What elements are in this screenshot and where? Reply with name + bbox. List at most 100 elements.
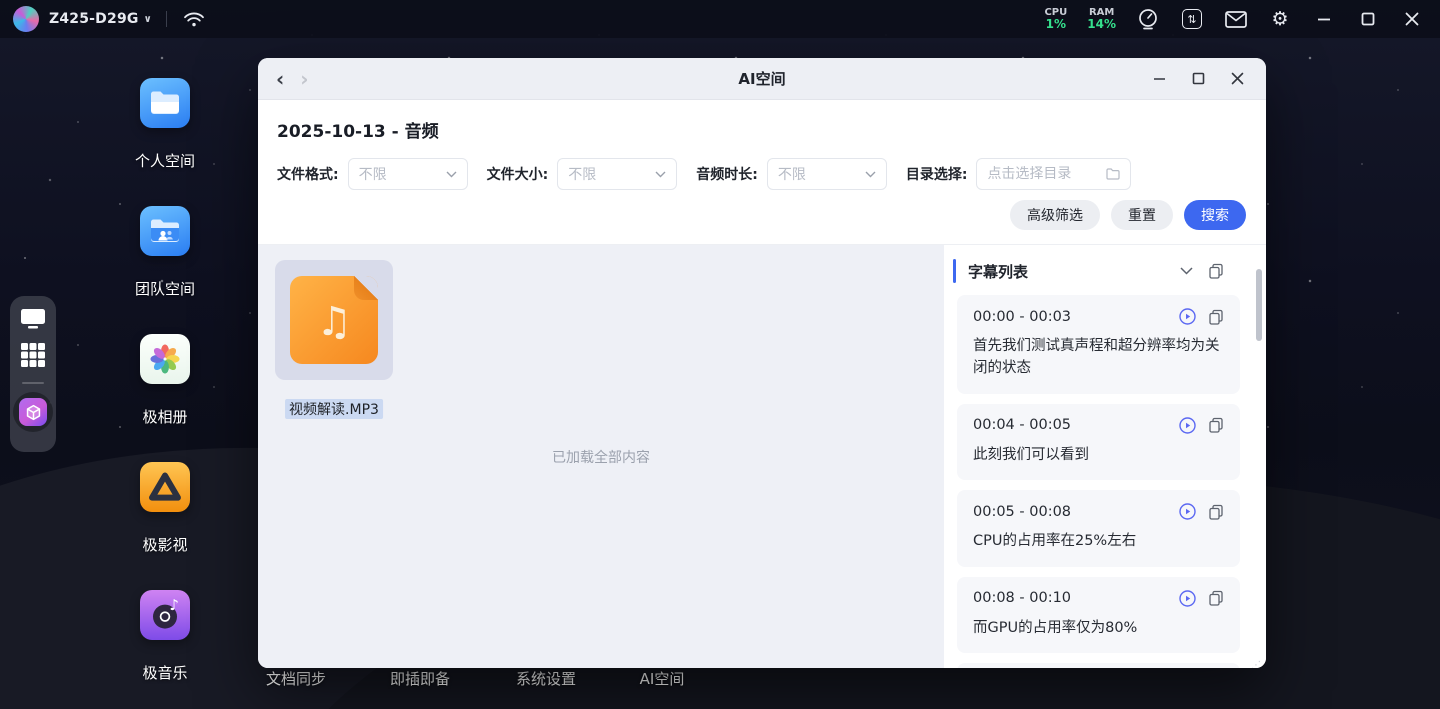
personal-space-icon [140,78,190,128]
select-value: 不限 [358,167,387,183]
advanced-filter-button[interactable]: 高级筛选 [1010,200,1100,230]
filter-file-format: 文件格式: 不限 [277,158,468,190]
desktop-icon-team-space[interactable]: 团队空间 [110,206,220,299]
topbar-right: CPU 1% RAM 14% ⇅ ⚙ [1044,7,1440,31]
copy-segment-icon[interactable] [1208,504,1224,520]
play-segment-icon[interactable] [1179,503,1196,521]
panel-header-icons [1180,263,1224,279]
chevron-down-icon [446,171,457,177]
transfer-tasks-icon[interactable]: ⇅ [1180,7,1204,31]
search-result-heading: 2025-10-13 - 音频 [277,122,439,142]
minimize-desktop-icon[interactable] [1312,7,1336,31]
ram-value: 14% [1087,16,1116,31]
audio-file-item-selected[interactable]: ♫ 视频解读.MP3 [275,260,393,419]
play-segment-icon[interactable] [1179,590,1196,607]
copy-all-icon[interactable] [1208,263,1224,279]
music-vinyl-icon: ♪ [140,590,190,640]
subtitle-text: CPU的占用率在25%左右 [973,533,1137,550]
accent-bar [953,259,956,283]
device-selector[interactable]: Z425-D29G ∨ [49,11,152,27]
maximize-window-icon[interactable] [1192,72,1205,85]
window-title: AI空间 [738,70,786,88]
desktop-icon-label-ai-space[interactable]: AI空间 [607,668,717,689]
file-format-select[interactable]: 不限 [347,158,468,190]
dock [10,296,56,452]
subtitle-panel: 字幕列表 00:00 - 00:03 首先我们测试真声程和超分辨率均为关闭的状态… [944,245,1266,668]
subtitle-text: 此刻我们可以看到 [973,446,1089,463]
close-desktop-icon[interactable] [1400,7,1424,31]
filter-label: 文件格式: [277,167,339,183]
chevron-down-icon [655,171,666,177]
back-icon[interactable]: ‹ [276,69,284,89]
settings-gear-icon[interactable]: ⚙ [1268,7,1292,31]
resize-handle[interactable]: ⋰ [1251,660,1261,668]
movies-triangle-icon [140,462,190,512]
ram-stat: RAM 14% [1087,7,1116,31]
desktop-icon-music[interactable]: ♪ 极音乐 [110,590,220,683]
mail-icon[interactable] [1224,7,1248,31]
desktop-icon-label-system-settings[interactable]: 系统设置 [491,668,601,689]
loaded-all-text: 已加载全部内容 [552,450,650,466]
window-titlebar: ‹ › AI空间 [258,58,1266,100]
play-segment-icon[interactable] [1179,417,1196,434]
desktop-icon-label: 个人空间 [134,152,195,170]
subtitle-timestamp: 00:00 - 00:03 [973,308,1072,325]
audio-file-icon: ♫ [290,276,378,364]
filter-directory: 目录选择: [906,158,1132,190]
file-size-select[interactable]: 不限 [557,158,678,190]
system-topbar: Z425-D29G ∨ CPU 1% RAM 14% ⇅ ⚙ [0,0,1440,38]
cpu-value: 1% [1045,16,1067,31]
filter-audio-duration: 音频时长: 不限 [696,158,887,190]
app-launcher-grid-icon[interactable] [20,342,46,368]
directory-picker[interactable] [976,158,1132,190]
copy-segment-icon[interactable] [1208,309,1224,325]
file-name[interactable]: 视频解读.MP3 [285,399,383,419]
scrollbar-thumb[interactable] [1256,269,1262,341]
topbar-left: Z425-D29G ∨ [0,6,206,32]
filter-file-size: 文件大小: 不限 [487,158,678,190]
directory-input[interactable] [987,166,1098,182]
dock-running-app-ai-space[interactable] [13,392,53,432]
history-nav: ‹ › [258,69,309,89]
music-note-icon: ♫ [316,299,352,345]
search-button[interactable]: 搜索 [1184,200,1246,230]
audio-duration-select[interactable]: 不限 [766,158,887,190]
select-value: 不限 [568,167,597,183]
performance-gauge-icon[interactable] [1136,7,1160,31]
filter-actions: 高级筛选 重置 搜索 [277,200,1247,230]
collapse-chevron-icon[interactable] [1180,267,1193,275]
desktop-icon-label-plug-backup[interactable]: 即插即备 [365,668,475,689]
subtitle-panel-title: 字幕列表 [968,262,1029,281]
show-desktop-icon[interactable] [20,308,46,330]
desktop-icon-label-doc-sync[interactable]: 文档同步 [241,668,351,689]
reset-button[interactable]: 重置 [1111,200,1173,230]
dock-divider [22,382,44,384]
copy-segment-icon[interactable] [1208,417,1224,434]
subtitle-card: 00:04 - 00:05 此刻我们可以看到 [957,403,1240,481]
copy-segment-icon[interactable] [1208,590,1224,607]
desktop-icon-label: 极影视 [142,536,188,554]
subtitle-timestamp: 00:04 - 00:05 [973,417,1072,434]
filter-label: 音频时长: [696,167,758,183]
subtitle-text: 而GPU的占用率仅为80% [973,619,1138,636]
filter-label: 文件大小: [486,167,549,183]
ai-space-cube-icon [19,398,47,426]
close-window-icon[interactable] [1231,72,1244,85]
select-value: 不限 [777,167,806,183]
folder-icon [1106,168,1121,180]
forward-icon[interactable]: › [300,69,308,89]
play-segment-icon[interactable] [1179,308,1196,325]
subtitle-timestamp: 00:08 - 00:10 [973,590,1072,607]
subtitle-card: 00:00 - 00:03 首先我们测试真声程和超分辨率均为关闭的状态 [957,295,1240,394]
desktop-icon-photos[interactable]: 极相册 [110,334,220,427]
chevron-down-icon: ∨ [143,13,152,25]
wifi-icon[interactable] [182,7,206,31]
desktop-icon-personal-space[interactable]: 个人空间 [110,78,220,171]
ai-space-window: ‹ › AI空间 2025-10-13 - 音频 文件格式: 不限 文件大小: [258,58,1266,668]
user-avatar[interactable] [13,6,39,32]
minimize-window-icon[interactable] [1153,72,1166,85]
desktop-icon-movies[interactable]: 极影视 [110,462,220,555]
subtitle-card: 00:08 - 00:10 而GPU的占用率仅为80% [957,576,1240,654]
subtitle-card: 00:05 - 00:08 CPU的占用率在25%左右 [957,490,1240,567]
maximize-desktop-icon[interactable] [1356,7,1380,31]
